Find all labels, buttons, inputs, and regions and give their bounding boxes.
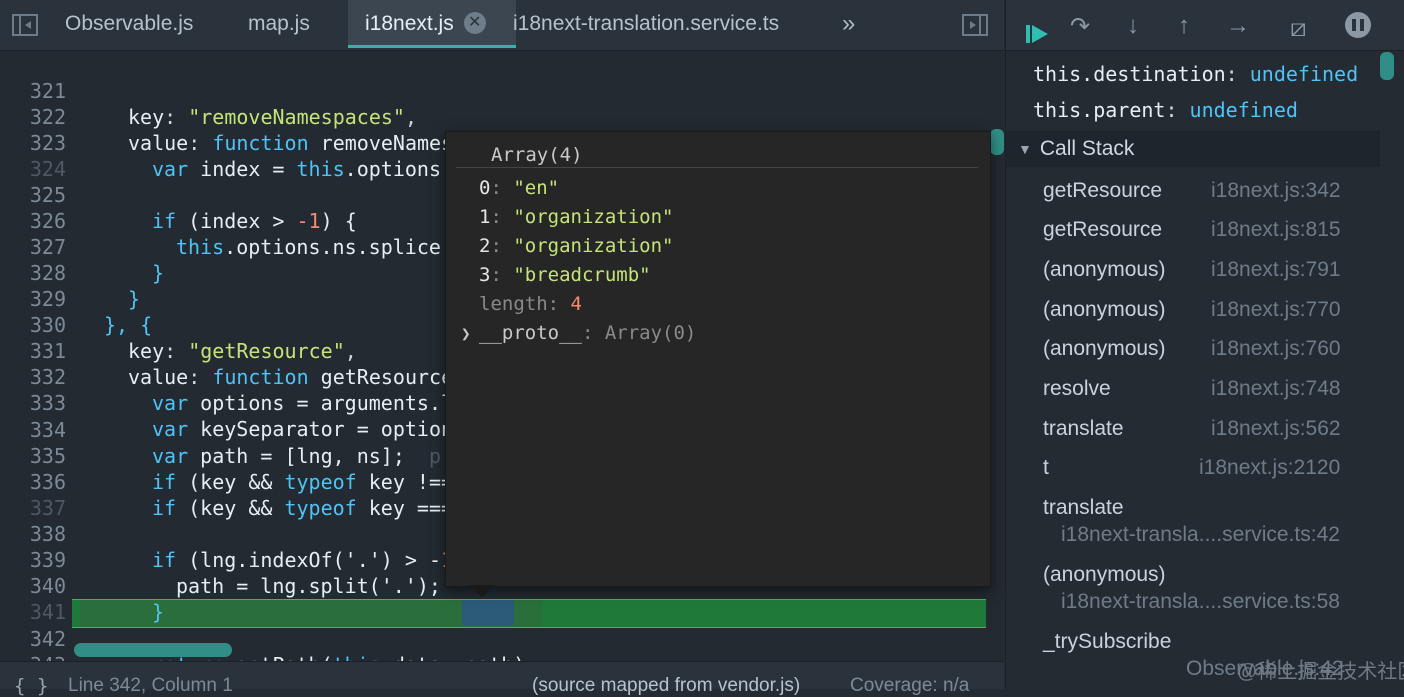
deactivate-breakpoints-icon[interactable]: ⧄ (1290, 12, 1307, 44)
scope-variable: this.parent: undefined (1033, 98, 1298, 122)
call-frame-location[interactable]: i18next.js:815 (1211, 218, 1341, 242)
step-out-icon[interactable]: ↑ (1178, 12, 1190, 40)
debugger-pane: ↷ ↓ ↑ → ⧄ this.destination: undefined th… (1005, 0, 1404, 688)
array-item: 0: "en" (479, 177, 560, 199)
toggle-debugger-icon[interactable] (962, 14, 988, 36)
popover-divider (456, 167, 978, 168)
tab-observable-js[interactable]: Observable.js (65, 0, 193, 48)
call-frame-location[interactable]: i18next.js:2120 (1199, 456, 1340, 480)
array-item: 1: "organization" (479, 206, 674, 228)
tab-i18next-translation-service[interactable]: i18next-translation.service.ts (513, 0, 779, 48)
code-line: 321 key: "removeNamespaces", (0, 52, 1004, 129)
editor-tab-bar: Observable.js map.js i18next.js ✕ i18next… (0, 0, 1004, 51)
source-mapped-link[interactable]: (source mapped from vendor.js) (532, 675, 800, 697)
array-length: length: 4 (479, 293, 582, 315)
toggle-navigator-icon[interactable] (12, 14, 38, 36)
code-line: 323 var index = this.options.ns.indexOf(… (0, 104, 1004, 181)
pretty-print-icon[interactable]: { } (14, 675, 48, 697)
coverage-status: Coverage: n/a (850, 675, 970, 696)
cursor-position: Line 342, Column 1 (68, 675, 233, 696)
call-frame-function[interactable]: (anonymous) (1043, 563, 1166, 587)
call-frame-location[interactable]: i18next.js:342 (1211, 179, 1341, 203)
call-frame-function[interactable]: t (1043, 456, 1049, 480)
call-frame-location[interactable]: i18next.js:562 (1211, 417, 1341, 441)
call-frame-function[interactable]: translate (1043, 417, 1124, 441)
call-frame-function[interactable]: (anonymous) (1043, 258, 1166, 282)
step-icon[interactable]: → (1226, 12, 1250, 40)
call-frame-location[interactable]: i18next.js:748 (1211, 377, 1341, 401)
expand-proto-icon[interactable]: ❯ (461, 324, 471, 343)
scope-variable: this.destination: undefined (1033, 62, 1359, 86)
status-bar: { } Line 342, Column 1 (source mapped fr… (0, 661, 1004, 697)
call-frame-function[interactable]: translate (1043, 496, 1124, 520)
collapse-caret-icon: ▼ (1018, 141, 1032, 158)
call-frame-function[interactable]: _trySubscribe (1043, 630, 1171, 654)
call-frame-location[interactable]: i18next.js:791 (1211, 258, 1341, 282)
debugger-scrollbar[interactable] (1380, 52, 1394, 80)
call-frame-location[interactable]: i18next-transla....service.ts:58 (1061, 590, 1340, 614)
tab-i18next-js[interactable]: i18next.js ✕ (348, 0, 516, 48)
step-over-icon[interactable]: ↷ (1070, 12, 1090, 41)
close-tab-icon[interactable]: ✕ (463, 11, 486, 34)
popover-title: Array(4) (491, 144, 583, 166)
call-frame-location[interactable]: i18next.js:770 (1211, 298, 1341, 322)
code-line-paused: 342 return getPath(this.data, path); (0, 600, 1004, 661)
vertical-scrollbar[interactable] (990, 129, 1004, 155)
call-frame-location[interactable]: i18next.js:760 (1211, 337, 1341, 361)
code-line: 322 value: function removeNamespaces(ns)… (0, 78, 1004, 155)
call-frame-location[interactable]: i18next-transla....service.ts:42 (1061, 523, 1340, 547)
variable-preview-popover: Array(4) 0: "en" 1: "organization" 2: "o… (445, 131, 991, 587)
array-proto[interactable]: __proto__: Array(0) (479, 322, 696, 344)
call-stack-header[interactable]: ▼ Call Stack (1006, 131, 1380, 167)
horizontal-scrollbar[interactable] (74, 643, 232, 657)
debug-toolbar: ↷ ↓ ↑ → ⧄ (1006, 0, 1404, 51)
call-frame-function[interactable]: getResource (1043, 218, 1162, 242)
tab-map-js[interactable]: map.js (248, 0, 310, 48)
call-frame-function[interactable]: getResource (1043, 179, 1162, 203)
call-frame-function[interactable]: (anonymous) (1043, 337, 1166, 361)
call-frame-function[interactable]: resolve (1043, 377, 1111, 401)
resume-icon[interactable] (1016, 10, 1050, 43)
array-item: 2: "organization" (479, 235, 674, 257)
step-in-icon[interactable]: ↓ (1127, 12, 1139, 40)
call-frame-function[interactable]: (anonymous) (1043, 298, 1166, 322)
tab-label: i18next.js (365, 12, 454, 35)
array-item: 3: "breadcrumb" (479, 264, 651, 286)
popover-pointer (468, 585, 496, 597)
pause-on-exceptions-icon[interactable] (1345, 12, 1371, 38)
more-tabs-icon[interactable]: » (842, 0, 855, 48)
